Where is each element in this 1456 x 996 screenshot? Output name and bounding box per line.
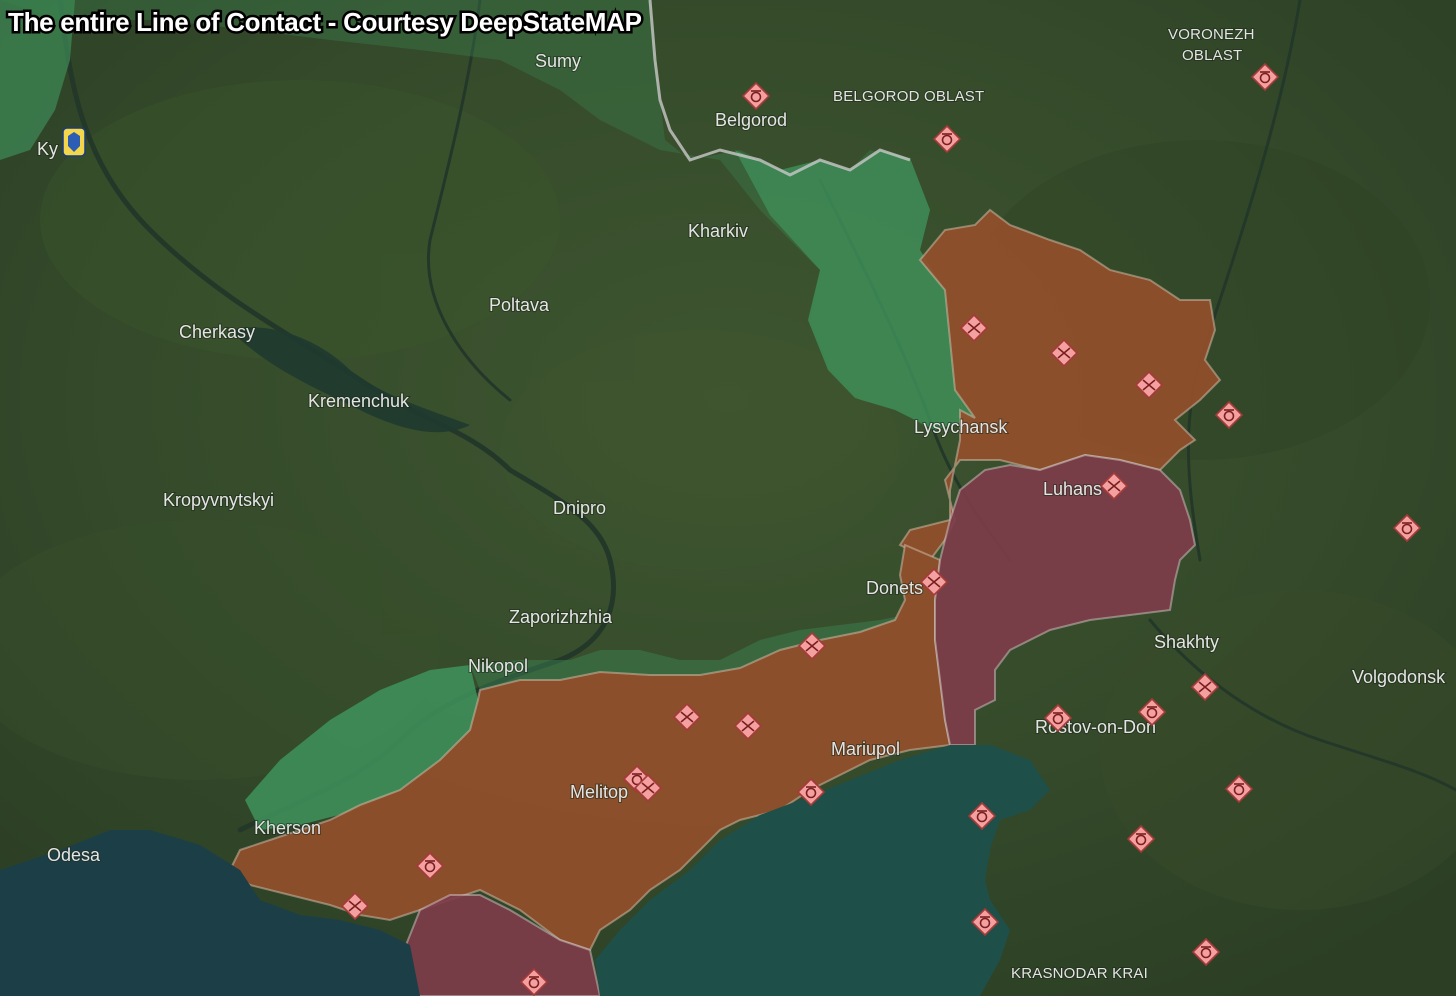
region-label: KRASNODAR KRAI (1011, 965, 1148, 982)
city-label: Nikopol (468, 656, 528, 676)
city-label: Belgorod (715, 110, 787, 130)
city-label: Dnipro (553, 498, 606, 518)
kyiv-shield-icon[interactable] (62, 127, 86, 157)
city-label: Shakhty (1154, 632, 1219, 652)
city-label: Donets (866, 578, 923, 598)
region-label: VORONEZH (1168, 26, 1255, 43)
city-label: Kremenchuk (308, 391, 410, 411)
city-label: Lysychansk (914, 417, 1008, 437)
city-label: Poltava (489, 295, 550, 315)
city-label: Luhans (1043, 479, 1102, 499)
city-label: Odesa (47, 845, 101, 865)
city-label: Kharkiv (688, 221, 748, 241)
region-label: OBLAST (1182, 47, 1242, 64)
region-label: BELGOROD OBLAST (833, 88, 984, 105)
city-label: Cherkasy (179, 322, 255, 342)
city-label: Ky (37, 139, 58, 159)
map-title: The entire Line of Contact - Courtesy De… (8, 7, 642, 37)
city-label: Kropyvnytskyi (163, 490, 274, 510)
city-label: Mariupol (831, 739, 900, 759)
map[interactable]: Sumy Belgorod Ky Kharkiv Poltava Cherkasy Krem… (0, 0, 1456, 996)
city-label: Volgodonsk (1352, 667, 1446, 687)
city-label: Melitop (570, 782, 628, 802)
city-label: Kherson (254, 818, 321, 838)
city-label: Sumy (535, 51, 581, 71)
city-label: Zaporizhzhia (509, 607, 613, 627)
